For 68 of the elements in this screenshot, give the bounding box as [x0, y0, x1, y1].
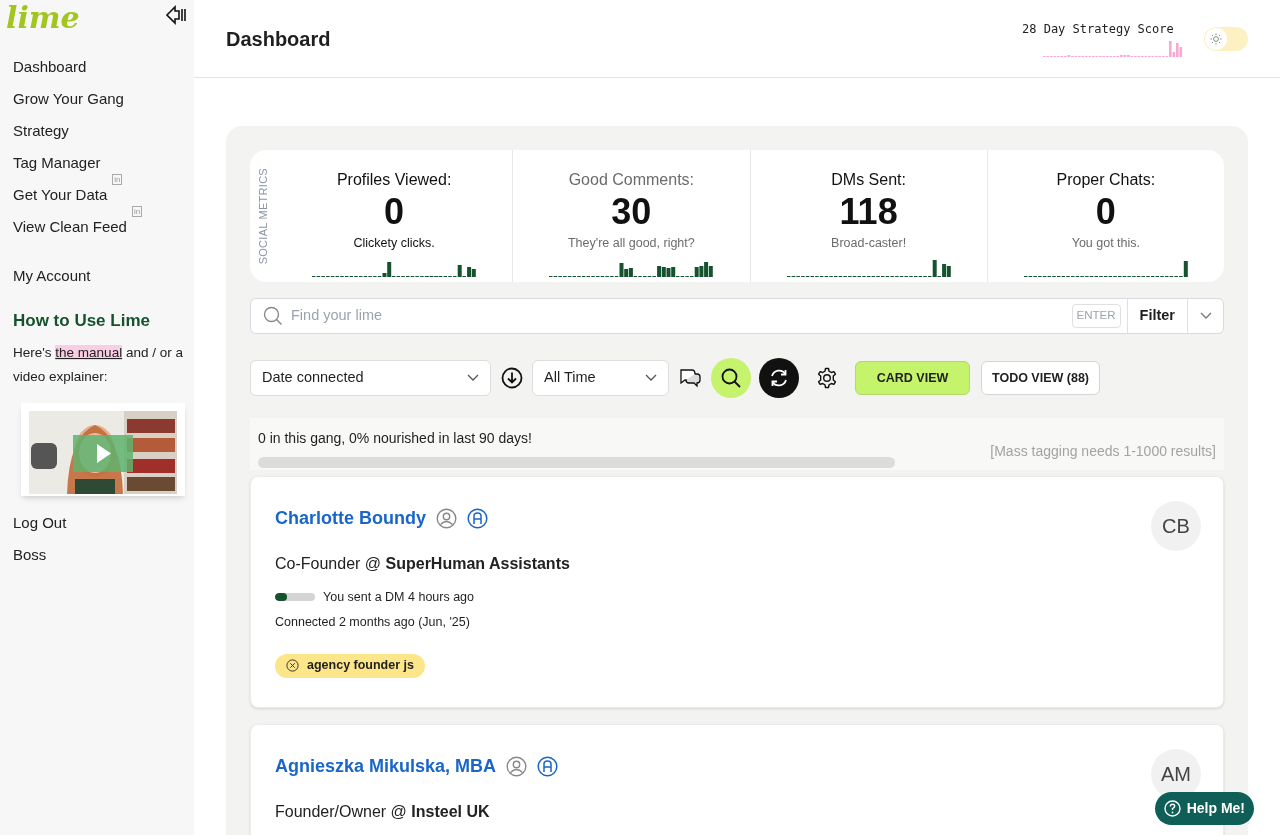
summary-text: 0 in this gang, 0% nourished in last 90 days!	[258, 429, 533, 448]
metric-value: 30	[611, 192, 652, 232]
mass-tag-note: [Mass tagging needs 1-1000 results]	[990, 442, 1216, 461]
contact-badge-icon[interactable]	[467, 508, 488, 529]
nav-link[interactable]: My Account	[0, 265, 194, 288]
search-button[interactable]	[711, 358, 751, 398]
theme-toggle[interactable]	[1204, 26, 1248, 51]
contact-name[interactable]: Charlotte Boundy	[275, 505, 426, 532]
refresh-button[interactable]	[759, 358, 799, 398]
nav-link[interactable]: Get Your Data	[13, 184, 108, 207]
activity-text: You sent a DM 4 hours ago	[323, 589, 475, 606]
refresh-icon	[768, 367, 790, 389]
metric-title: Good Comments:	[568, 170, 695, 190]
metric-caption: Broad-caster!	[831, 235, 907, 252]
sort-direction-icon[interactable]	[501, 367, 523, 389]
metric-title: Proper Chats:	[1056, 170, 1156, 190]
nav-link[interactable]: Tag Manager	[13, 152, 101, 175]
metric-title: DMs Sent:	[831, 170, 906, 190]
metric-title: Profiles Viewed:	[336, 170, 452, 190]
chat-bubbles-icon[interactable]	[678, 367, 702, 389]
connected-text: Connected 2 months ago (Jun, '25)	[275, 613, 471, 631]
view-tab[interactable]: CARD VIEW	[855, 361, 970, 395]
nav-link[interactable]: Grow Your Gang	[13, 88, 124, 111]
manual-link[interactable]: the manual	[55, 345, 123, 360]
chevron-icon	[1199, 312, 1212, 320]
avatar: CB	[1151, 501, 1201, 551]
enter-hint: ENTER	[1071, 304, 1121, 328]
metric-caption: Clickety clicks.	[353, 235, 435, 252]
nav-link[interactable]: Dashboard	[13, 56, 87, 79]
sun-icon	[1210, 32, 1222, 45]
view-tab[interactable]: TODO VIEW (88)	[981, 361, 1100, 395]
chevron-icon	[467, 374, 479, 382]
video-card[interactable]	[21, 403, 185, 496]
dropdown[interactable]: Date connected	[250, 360, 491, 396]
profile-icon[interactable]	[436, 508, 457, 529]
help-heading: How to Use Lime	[12, 309, 151, 332]
nav-link[interactable]: View Clean Feed	[13, 216, 127, 239]
profile-icon[interactable]	[506, 756, 528, 777]
metric-value: 118	[839, 192, 898, 232]
page-title: Dashboard	[226, 26, 331, 52]
help-text: Here's the manual and / or a video explainer:	[12, 344, 184, 386]
search-icon	[263, 306, 283, 326]
contact-name[interactable]: Agnieszka Mikulska, MBA	[275, 753, 497, 780]
remove-icon[interactable]	[286, 659, 299, 672]
contact-badge-icon[interactable]	[537, 756, 559, 777]
filter-button[interactable]: Filter	[1126, 299, 1187, 333]
tag-chip[interactable]: agency founder js	[275, 653, 425, 678]
search-icon	[720, 367, 742, 389]
metric-caption: They're all good, right?	[568, 235, 695, 252]
search-field[interactable]: Find your lime ENTER Filter	[250, 298, 1224, 334]
contact-role: Founder/Owner @ Insteel UK	[275, 802, 490, 822]
in-badge: in	[131, 206, 143, 217]
chevron-icon	[645, 374, 657, 382]
score-label: 28 Day Strategy Score	[1022, 21, 1175, 38]
collapse-icon[interactable]	[166, 5, 188, 25]
in-badge: in	[112, 174, 123, 185]
metric-value: 0	[1095, 192, 1116, 232]
metrics-label: SOCIAL METRICS	[255, 167, 270, 265]
metric-value: 0	[384, 192, 405, 232]
contact-role: Co-Founder @ SuperHuman Assistants	[275, 554, 570, 574]
nav-link[interactable]: Strategy	[13, 120, 69, 143]
metric-caption: You got this.	[1071, 235, 1141, 252]
nav-link[interactable]: Log Out	[13, 507, 194, 539]
help-button[interactable]: Help Me!	[1154, 792, 1254, 825]
dropdown[interactable]: All Time	[532, 360, 669, 396]
help-icon	[1163, 800, 1181, 817]
nav-link[interactable]: Boss	[13, 539, 194, 571]
settings-icon[interactable]	[816, 367, 838, 389]
